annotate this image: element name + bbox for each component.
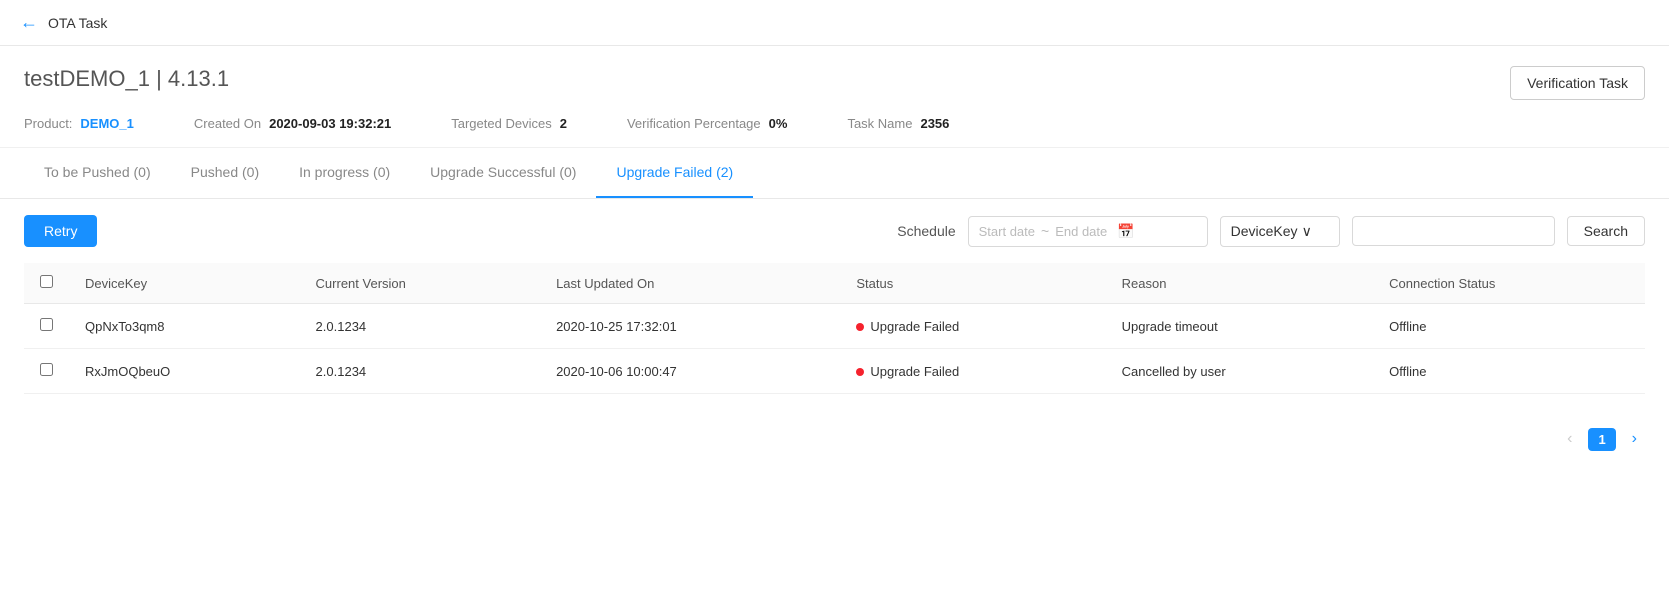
created-on-label: Created On (194, 116, 261, 131)
nav-title: OTA Task (48, 15, 107, 31)
select-all-checkbox[interactable] (40, 275, 53, 288)
row-current-version: 2.0.1234 (300, 349, 541, 394)
page-header: testDEMO_1 | 4.13.1 Verification Task Pr… (0, 46, 1669, 148)
date-separator: ~ (1041, 223, 1049, 239)
toolbar: Retry Schedule Start date ~ End date 📅 D… (24, 215, 1645, 247)
col-device-key: DeviceKey (69, 263, 300, 304)
row-checkbox-0[interactable] (40, 318, 53, 331)
status-dot-icon (856, 323, 864, 331)
prev-page-button[interactable]: ‹ (1559, 426, 1580, 452)
tab-item-4[interactable]: Upgrade Failed (2) (596, 148, 753, 198)
row-connection-status: Offline (1373, 349, 1645, 394)
tab-item-0[interactable]: To be Pushed (0) (24, 148, 171, 198)
table-row: QpNxTo3qm8 2.0.1234 2020-10-25 17:32:01 … (24, 304, 1645, 349)
targeted-devices-value: 2 (560, 116, 567, 131)
task-name-label: Task Name (847, 116, 912, 131)
search-button[interactable]: Search (1567, 216, 1645, 246)
col-current-version: Current Version (300, 263, 541, 304)
tabs-section: To be Pushed (0)Pushed (0)In progress (0… (0, 148, 1669, 199)
tabs: To be Pushed (0)Pushed (0)In progress (0… (24, 148, 1645, 198)
row-current-version: 2.0.1234 (300, 304, 541, 349)
tab-item-2[interactable]: In progress (0) (279, 148, 410, 198)
title-version: 4.13.1 (168, 66, 229, 91)
row-checkbox-cell (24, 349, 69, 394)
top-nav: ← OTA Task (0, 0, 1669, 46)
pagination: ‹ 1 › (0, 410, 1669, 460)
targeted-devices-meta: Targeted Devices 2 (451, 116, 567, 131)
verification-percentage-meta: Verification Percentage 0% (627, 116, 788, 131)
row-device-key: QpNxTo3qm8 (69, 304, 300, 349)
col-reason: Reason (1106, 263, 1374, 304)
current-page: 1 (1588, 428, 1615, 451)
data-table: DeviceKey Current Version Last Updated O… (24, 263, 1645, 394)
calendar-icon: 📅 (1117, 223, 1134, 240)
page-main-title: testDEMO_1 | 4.13.1 (24, 66, 229, 92)
row-connection-status: Offline (1373, 304, 1645, 349)
table-header-row: DeviceKey Current Version Last Updated O… (24, 263, 1645, 304)
task-name-value: 2356 (920, 116, 949, 131)
status-dot-icon (856, 368, 864, 376)
row-status: Upgrade Failed (840, 304, 1105, 349)
col-connection-status: Connection Status (1373, 263, 1645, 304)
row-reason: Cancelled by user (1106, 349, 1374, 394)
product-value: DEMO_1 (80, 116, 133, 131)
verification-task-button[interactable]: Verification Task (1510, 66, 1645, 100)
header-checkbox-cell (24, 263, 69, 304)
row-last-updated-on: 2020-10-06 10:00:47 (540, 349, 840, 394)
content-area: Retry Schedule Start date ~ End date 📅 D… (0, 199, 1669, 410)
row-status: Upgrade Failed (840, 349, 1105, 394)
created-on-value: 2020-09-03 19:32:21 (269, 116, 391, 131)
tab-item-3[interactable]: Upgrade Successful (0) (410, 148, 596, 198)
product-label: Product: (24, 116, 72, 131)
targeted-devices-label: Targeted Devices (451, 116, 551, 131)
start-date-placeholder: Start date (979, 224, 1035, 239)
schedule-label: Schedule (897, 223, 955, 239)
tab-item-1[interactable]: Pushed (0) (171, 148, 279, 198)
search-input[interactable] (1352, 216, 1555, 246)
meta-info: Product: DEMO_1 Created On 2020-09-03 19… (24, 116, 1645, 131)
title-name: testDEMO_1 (24, 66, 150, 91)
created-on-meta: Created On 2020-09-03 19:32:21 (194, 116, 391, 131)
verification-percentage-value: 0% (769, 116, 788, 131)
back-arrow-icon: ← (20, 12, 38, 33)
back-button[interactable]: ← (20, 12, 38, 33)
col-status: Status (840, 263, 1105, 304)
verification-percentage-label: Verification Percentage (627, 116, 761, 131)
retry-button[interactable]: Retry (24, 215, 97, 247)
end-date-placeholder: End date (1055, 224, 1107, 239)
next-page-button[interactable]: › (1624, 426, 1645, 452)
row-checkbox-1[interactable] (40, 363, 53, 376)
row-last-updated-on: 2020-10-25 17:32:01 (540, 304, 840, 349)
dropdown-icon: ∨ (1302, 223, 1312, 240)
row-device-key: RxJmOQbeuO (69, 349, 300, 394)
date-range-picker[interactable]: Start date ~ End date 📅 (968, 216, 1208, 247)
device-key-label: DeviceKey (1231, 223, 1298, 239)
col-last-updated-on: Last Updated On (540, 263, 840, 304)
row-checkbox-cell (24, 304, 69, 349)
task-name-meta: Task Name 2356 (847, 116, 949, 131)
table-row: RxJmOQbeuO 2.0.1234 2020-10-06 10:00:47 … (24, 349, 1645, 394)
title-separator: | (156, 66, 168, 91)
device-key-select[interactable]: DeviceKey ∨ (1220, 216, 1340, 247)
product-meta: Product: DEMO_1 (24, 116, 134, 131)
row-reason: Upgrade timeout (1106, 304, 1374, 349)
